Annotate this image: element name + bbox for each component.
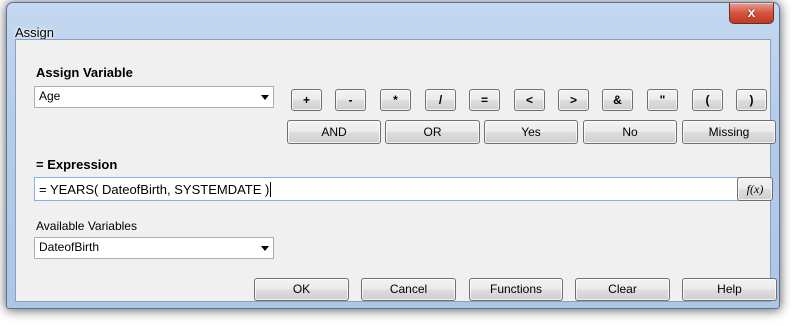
available-variables-dropdown[interactable]: DateofBirth (34, 237, 274, 259)
assign-variable-label: Assign Variable (36, 65, 133, 80)
operator-greater-than-button[interactable]: > (558, 89, 589, 111)
operator-quote-button[interactable]: " (647, 89, 678, 111)
operator-open-paren-button[interactable]: ( (692, 89, 723, 111)
chevron-down-icon[interactable] (261, 95, 269, 100)
cancel-button[interactable]: Cancel (361, 278, 456, 301)
assign-variable-value: Age (39, 89, 61, 103)
text-caret (270, 182, 272, 197)
operator-ampersand-button[interactable]: & (602, 89, 633, 111)
window-title: Assign (15, 25, 55, 40)
no-button[interactable]: No (583, 120, 677, 144)
title-bar[interactable]: Assign x (7, 3, 779, 40)
operator-plus-button[interactable]: + (291, 89, 322, 111)
ok-button[interactable]: OK (254, 278, 349, 301)
operator-less-than-button[interactable]: < (514, 89, 545, 111)
assign-dialog: Assign x (6, 2, 780, 309)
or-button[interactable]: OR (385, 120, 480, 144)
chevron-down-icon[interactable] (261, 246, 269, 251)
operator-close-paren-button[interactable]: ) (736, 89, 767, 111)
and-button[interactable]: AND (287, 120, 381, 144)
close-button[interactable]: x (729, 3, 774, 24)
function-fx-button[interactable]: f(x) (737, 177, 773, 201)
operator-divide-button[interactable]: / (425, 89, 456, 111)
yes-button[interactable]: Yes (484, 120, 578, 144)
operator-equals-button[interactable]: = (469, 89, 500, 111)
operator-minus-button[interactable]: - (335, 89, 366, 111)
assign-variable-dropdown[interactable]: Age (34, 86, 274, 108)
available-variables-value: DateofBirth (39, 240, 100, 254)
available-variables-label: Available Variables (36, 219, 137, 233)
functions-button[interactable]: Functions (469, 278, 563, 301)
help-button[interactable]: Help (682, 278, 777, 301)
expression-input[interactable]: = YEARS( DateofBirth, SYSTEMDATE ) (34, 177, 739, 201)
expression-value: = YEARS( DateofBirth, SYSTEMDATE ) (39, 182, 270, 197)
missing-button[interactable]: Missing (682, 120, 776, 144)
operator-multiply-button[interactable]: * (380, 89, 411, 111)
expression-label: = Expression (36, 157, 118, 172)
clear-button[interactable]: Clear (575, 278, 670, 301)
